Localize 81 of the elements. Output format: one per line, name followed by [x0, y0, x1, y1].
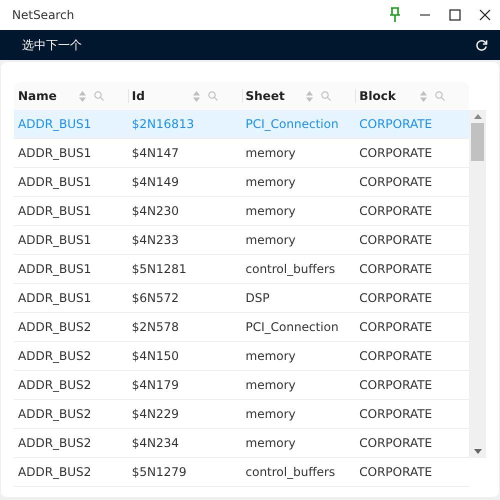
search-icon[interactable]	[435, 91, 445, 101]
table-cell-text: memory	[244, 406, 297, 423]
table-cell-text: CORPORATE	[358, 377, 434, 394]
table-cell-text: ADDR_BUS2	[17, 406, 92, 423]
table-cell-text: memory	[244, 174, 297, 191]
table-cell-text: memory	[244, 377, 297, 394]
table-cell-text: DSP	[244, 290, 271, 307]
table-cell-text: CORPORATE	[358, 174, 434, 191]
table-cell-text: memory	[244, 145, 297, 162]
table-row[interactable]: ADDR_BUS1 $4N147 memory CORPORATE	[14, 139, 469, 168]
table-cell-text: $6N572	[130, 290, 180, 307]
table-cell-text: ADDR_BUS1	[17, 145, 92, 162]
table-row[interactable]: ADDR_BUS1 $5N1281 control_buffers CORPORATE	[14, 255, 469, 284]
table-cell-text: $4N234	[130, 435, 180, 452]
table-row[interactable]: ADDR_BUS2 $5N1279 control_buffers CORPORATE	[14, 458, 469, 487]
table-cell-text: CORPORATE	[358, 116, 434, 133]
table-row[interactable]: ADDR_BUS2 $4N150 memory CORPORATE	[14, 342, 469, 371]
table-cell-text: ADDR_BUS1	[17, 203, 92, 220]
table-cell-text: CORPORATE	[358, 203, 434, 220]
table-cell-text: $5N1281	[130, 261, 188, 278]
table-row[interactable]: ADDR_BUS2 $4N229 memory CORPORATE	[14, 400, 469, 429]
table-row[interactable]: ADDR_BUS1 $6N572 DSP CORPORATE	[14, 284, 469, 313]
search-icon[interactable]	[94, 91, 104, 101]
table-row[interactable]: ADDR_BUS1 $4N230 memory CORPORATE	[14, 197, 469, 226]
table-cell-text: $4N179	[130, 377, 180, 394]
table-cell-text: $5N1279	[130, 464, 188, 481]
column-header[interactable]: Sheet	[246, 87, 306, 105]
search-icon[interactable]	[321, 91, 332, 101]
table-row[interactable]: ADDR_BUS2 $2N578 PCI_Connection CORPORATE	[14, 313, 469, 342]
table-cell-text: CORPORATE	[358, 290, 434, 307]
table-cell-text: ADDR_BUS1	[17, 116, 92, 133]
column-header[interactable]: Name	[18, 87, 79, 105]
table-cell-text: ADDR_BUS2	[17, 435, 92, 452]
scroll-down-icon[interactable]	[474, 449, 482, 454]
scroll-up-icon[interactable]	[474, 114, 482, 119]
window-title: NetSearch	[11, 7, 76, 24]
table-cell-text: memory	[244, 232, 297, 249]
table-row[interactable]: ADDR_BUS2 $4N179 memory CORPORATE	[14, 371, 469, 400]
table-cell-text: CORPORATE	[358, 319, 434, 336]
table-cell-text: ADDR_BUS1	[17, 174, 92, 191]
table-cell-text: CORPORATE	[358, 145, 434, 162]
table-cell-text: ADDR_BUS2	[17, 319, 92, 336]
table-cell-text: ADDR_BUS2	[17, 464, 92, 481]
table-cell-text: ADDR_BUS1	[17, 232, 92, 249]
table-cell-text: $4N149	[130, 174, 180, 191]
table-cell-text: $4N147	[130, 145, 180, 162]
table-cell-text: control_buffers	[244, 261, 336, 278]
table-cell-text: PCI_Connection	[244, 116, 340, 133]
table-cell-text: control_buffers	[244, 464, 336, 481]
table-row[interactable]: ADDR_BUS1 $4N149 memory CORPORATE	[14, 168, 469, 197]
refresh-icon[interactable]	[475, 38, 488, 52]
table-cell-text: CORPORATE	[358, 406, 434, 423]
table-cell-text: memory	[244, 435, 297, 452]
table-cell-text: ADDR_BUS2	[17, 377, 92, 394]
table-cell-text: CORPORATE	[358, 464, 434, 481]
table-cell-text: CORPORATE	[358, 435, 434, 452]
table-cell-text: CORPORATE	[358, 232, 434, 249]
table-cell-text: $2N578	[130, 319, 180, 336]
table-cell-text: ADDR_BUS1	[17, 261, 92, 278]
table-cell-text: $4N229	[130, 406, 180, 423]
sort-icon[interactable]	[306, 90, 314, 102]
table-cell-text: PCI_Connection	[244, 319, 340, 336]
search-icon[interactable]	[208, 91, 218, 101]
table-cell-text: ADDR_BUS2	[17, 348, 92, 365]
table-cell-text: $4N150	[130, 348, 180, 365]
table-cell-text: memory	[244, 348, 297, 365]
table-row[interactable]: ADDR_BUS2 $4N234 memory CORPORATE	[14, 429, 469, 458]
table-cell-text: $2N16813	[130, 116, 196, 133]
table-cell-text: $4N230	[130, 203, 180, 220]
scrollbar-thumb[interactable]	[471, 123, 484, 161]
column-header[interactable]: Id	[132, 87, 192, 105]
table-cell-text: $4N233	[130, 232, 180, 249]
table-row[interactable]: ADDR_BUS1 $4N233 memory CORPORATE	[14, 226, 469, 255]
table-cell-text: CORPORATE	[358, 348, 434, 365]
table-cell-text: memory	[244, 203, 297, 220]
sort-icon[interactable]	[78, 90, 86, 102]
sort-icon[interactable]	[192, 90, 200, 102]
column-header[interactable]: Block	[359, 87, 420, 105]
table-cell-text: CORPORATE	[358, 261, 434, 278]
sort-icon[interactable]	[420, 90, 427, 102]
table-cell-text: ADDR_BUS1	[17, 290, 92, 307]
